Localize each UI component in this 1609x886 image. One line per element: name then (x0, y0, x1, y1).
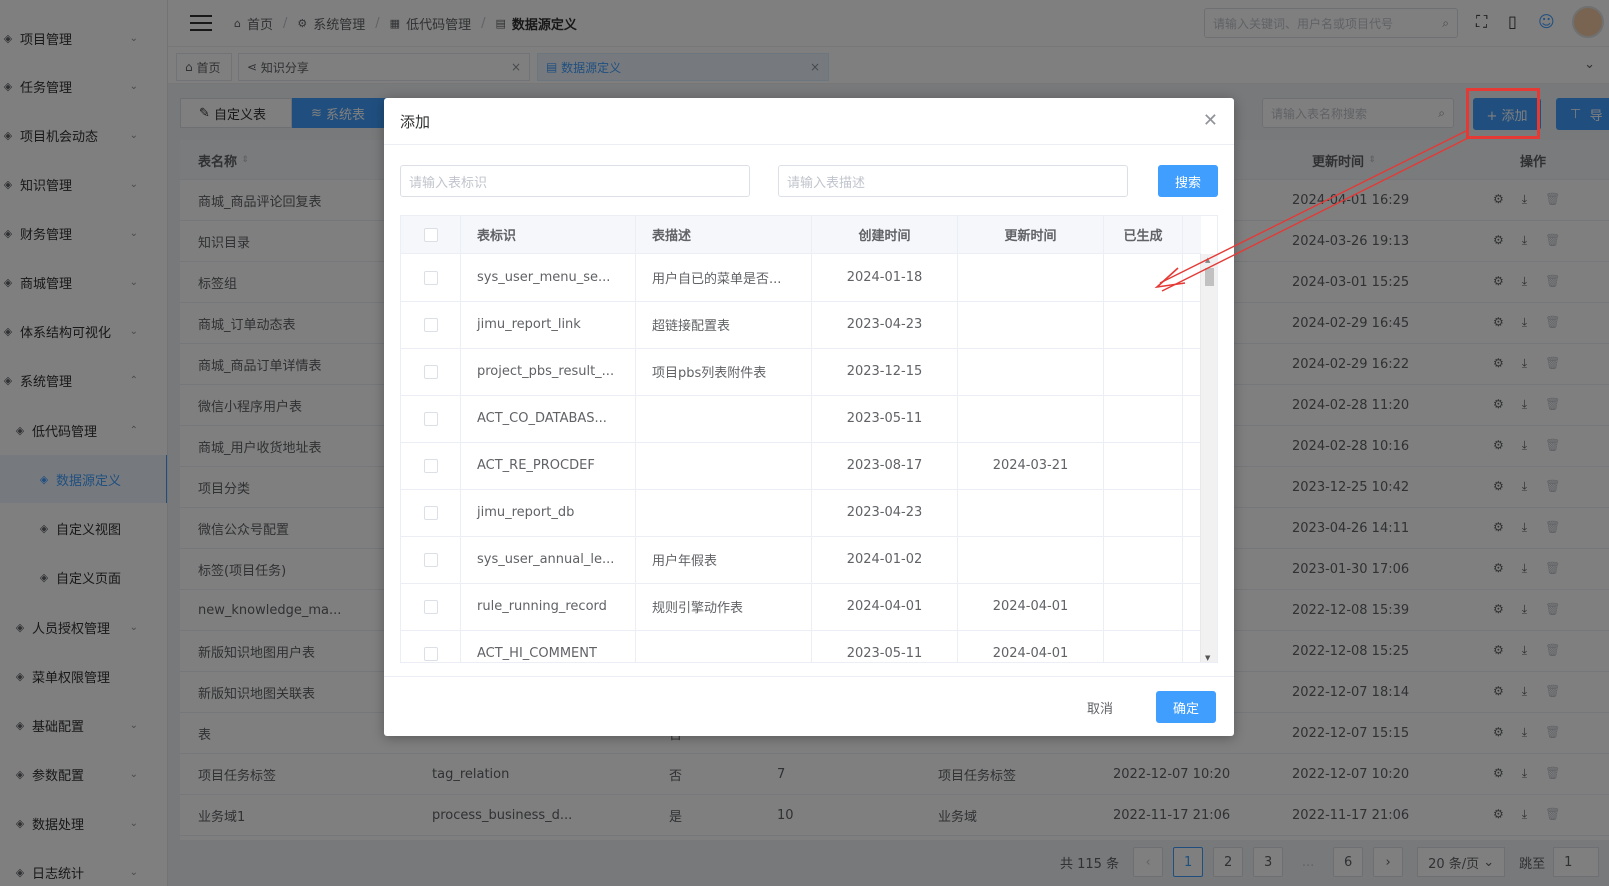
dialog-cell-updated (958, 254, 1104, 301)
dialog-cell-desc (636, 395, 812, 442)
row-checkbox[interactable] (423, 646, 438, 661)
dialog-search-button[interactable]: 搜索 (1158, 165, 1218, 197)
dialog-cell-generated (1104, 630, 1183, 662)
row-checkbox-cell[interactable] (401, 489, 461, 536)
row-checkbox-cell[interactable] (401, 583, 461, 630)
dialog-table-row[interactable]: jimu_report_db 2023-04-23 (401, 489, 1201, 537)
dialog-cell-generated (1104, 583, 1183, 630)
dialog-cell-created: 2024-04-01 (812, 583, 958, 630)
dialog-table-row[interactable]: sys_user_menu_se... 用户自已的菜单是否... 2024-01-1… (401, 254, 1201, 302)
row-checkbox[interactable] (423, 364, 438, 379)
dialog-cell-created: 2023-08-17 (812, 442, 958, 489)
row-checkbox[interactable] (423, 505, 438, 520)
row-checkbox[interactable] (423, 458, 438, 473)
dialog-cell-created: 2023-05-11 (812, 395, 958, 442)
column-header-created: 创建时间 (812, 216, 958, 253)
dialog-cell-created: 2024-01-02 (812, 536, 958, 583)
dialog-cell-updated: 2024-03-21 (958, 442, 1104, 489)
dialog-cell-desc: 超链接配置表 (636, 301, 812, 348)
dialog-cell-id: rule_running_record (461, 583, 636, 630)
dialog-cell-id: ACT_CO_DATABAS... (461, 395, 636, 442)
dialog-cell-desc (636, 442, 812, 489)
dialog-cell-desc (636, 489, 812, 536)
dialog-cell-updated: 2024-04-01 (958, 630, 1104, 662)
row-checkbox[interactable] (423, 317, 438, 332)
table-desc-input[interactable]: 请输入表描述 (778, 165, 1128, 197)
dialog-table-row[interactable]: jimu_report_link 超链接配置表 2023-04-23 (401, 301, 1201, 349)
dialog-cell-generated (1104, 536, 1183, 583)
dialog-cell-id: sys_user_menu_se... (461, 254, 636, 301)
dialog-cell-id: ACT_HI_COMMENT (461, 630, 636, 662)
annotation-highlight-box (1466, 88, 1540, 139)
dialog-cell-updated (958, 301, 1104, 348)
dialog-table-row[interactable]: rule_running_record 规则引擎动作表 2024-04-01 2024… (401, 583, 1201, 631)
dialog-cell-desc: 用户自已的菜单是否... (636, 254, 812, 301)
select-all-checkbox-cell[interactable] (401, 216, 461, 253)
dialog-table-row[interactable]: ACT_HI_COMMENT 2023-05-11 2024-04-01 (401, 630, 1201, 662)
dialog-cell-generated (1104, 254, 1183, 301)
dialog-table-scrollbar[interactable]: ▲ ▼ (1200, 254, 1217, 662)
close-icon[interactable]: ✕ (1203, 110, 1218, 131)
dialog-table-row[interactable]: ACT_RE_PROCDEF 2023-08-17 2024-03-21 (401, 442, 1201, 490)
dialog-cell-generated (1104, 442, 1183, 489)
dialog-cell-generated (1104, 395, 1183, 442)
dialog-cell-created: 2023-04-23 (812, 489, 958, 536)
add-table-dialog: 添加 ✕ 请输入表标识 请输入表描述 搜索 表标识 表描述 创建时间 更新时间 … (384, 98, 1234, 736)
scroll-down-icon[interactable]: ▼ (1205, 654, 1210, 662)
dialog-table: 表标识 表描述 创建时间 更新时间 已生成 sys_user_menu_se..… (400, 215, 1218, 663)
confirm-button[interactable]: 确定 (1156, 691, 1216, 723)
dialog-cell-created: 2024-01-18 (812, 254, 958, 301)
row-checkbox-cell[interactable] (401, 301, 461, 348)
dialog-table-row[interactable]: sys_user_annual_le... 用户年假表 2024-01-02 (401, 536, 1201, 584)
row-checkbox-cell[interactable] (401, 254, 461, 301)
row-checkbox-cell[interactable] (401, 348, 461, 395)
column-header-desc: 表描述 (636, 216, 812, 253)
column-header-id: 表标识 (461, 216, 636, 253)
dialog-cell-id: project_pbs_result_... (461, 348, 636, 395)
row-checkbox[interactable] (423, 552, 438, 567)
dialog-cell-created: 2023-04-23 (812, 301, 958, 348)
dialog-cell-updated (958, 395, 1104, 442)
row-checkbox-cell[interactable] (401, 395, 461, 442)
column-header-updated: 更新时间 (958, 216, 1104, 253)
row-checkbox[interactable] (423, 411, 438, 426)
dialog-cell-desc: 用户年假表 (636, 536, 812, 583)
dialog-table-header: 表标识 表描述 创建时间 更新时间 已生成 (401, 216, 1201, 254)
dialog-table-row[interactable]: ACT_CO_DATABAS... 2023-05-11 (401, 395, 1201, 443)
select-all-checkbox[interactable] (423, 227, 438, 242)
scroll-thumb[interactable] (1205, 268, 1214, 286)
dialog-cell-updated (958, 489, 1104, 536)
dialog-cell-generated (1104, 348, 1183, 395)
column-header-generated: 已生成 (1104, 216, 1183, 253)
row-checkbox[interactable] (423, 270, 438, 285)
dialog-cell-created: 2023-05-11 (812, 630, 958, 662)
dialog-cell-desc (636, 630, 812, 662)
dialog-cell-id: jimu_report_link (461, 301, 636, 348)
dialog-table-row[interactable]: project_pbs_result_... 项目pbs列表附件表 2023-12-… (401, 348, 1201, 396)
dialog-cell-generated (1104, 489, 1183, 536)
dialog-cell-updated: 2024-04-01 (958, 583, 1104, 630)
dialog-cell-desc: 项目pbs列表附件表 (636, 348, 812, 395)
scroll-up-icon[interactable]: ▲ (1205, 256, 1210, 264)
row-checkbox-cell[interactable] (401, 630, 461, 662)
dialog-cell-updated (958, 348, 1104, 395)
dialog-cell-id: jimu_report_db (461, 489, 636, 536)
row-checkbox[interactable] (423, 599, 438, 614)
table-id-input[interactable]: 请输入表标识 (400, 165, 750, 197)
dialog-cell-updated (958, 536, 1104, 583)
row-checkbox-cell[interactable] (401, 442, 461, 489)
dialog-cell-desc: 规则引擎动作表 (636, 583, 812, 630)
dialog-cell-generated (1104, 301, 1183, 348)
dialog-cell-id: sys_user_annual_le... (461, 536, 636, 583)
cancel-button[interactable]: 取消 (1076, 691, 1124, 723)
dialog-cell-id: ACT_RE_PROCDEF (461, 442, 636, 489)
row-checkbox-cell[interactable] (401, 536, 461, 583)
dialog-cell-created: 2023-12-15 (812, 348, 958, 395)
dialog-title: 添加 (400, 113, 431, 131)
